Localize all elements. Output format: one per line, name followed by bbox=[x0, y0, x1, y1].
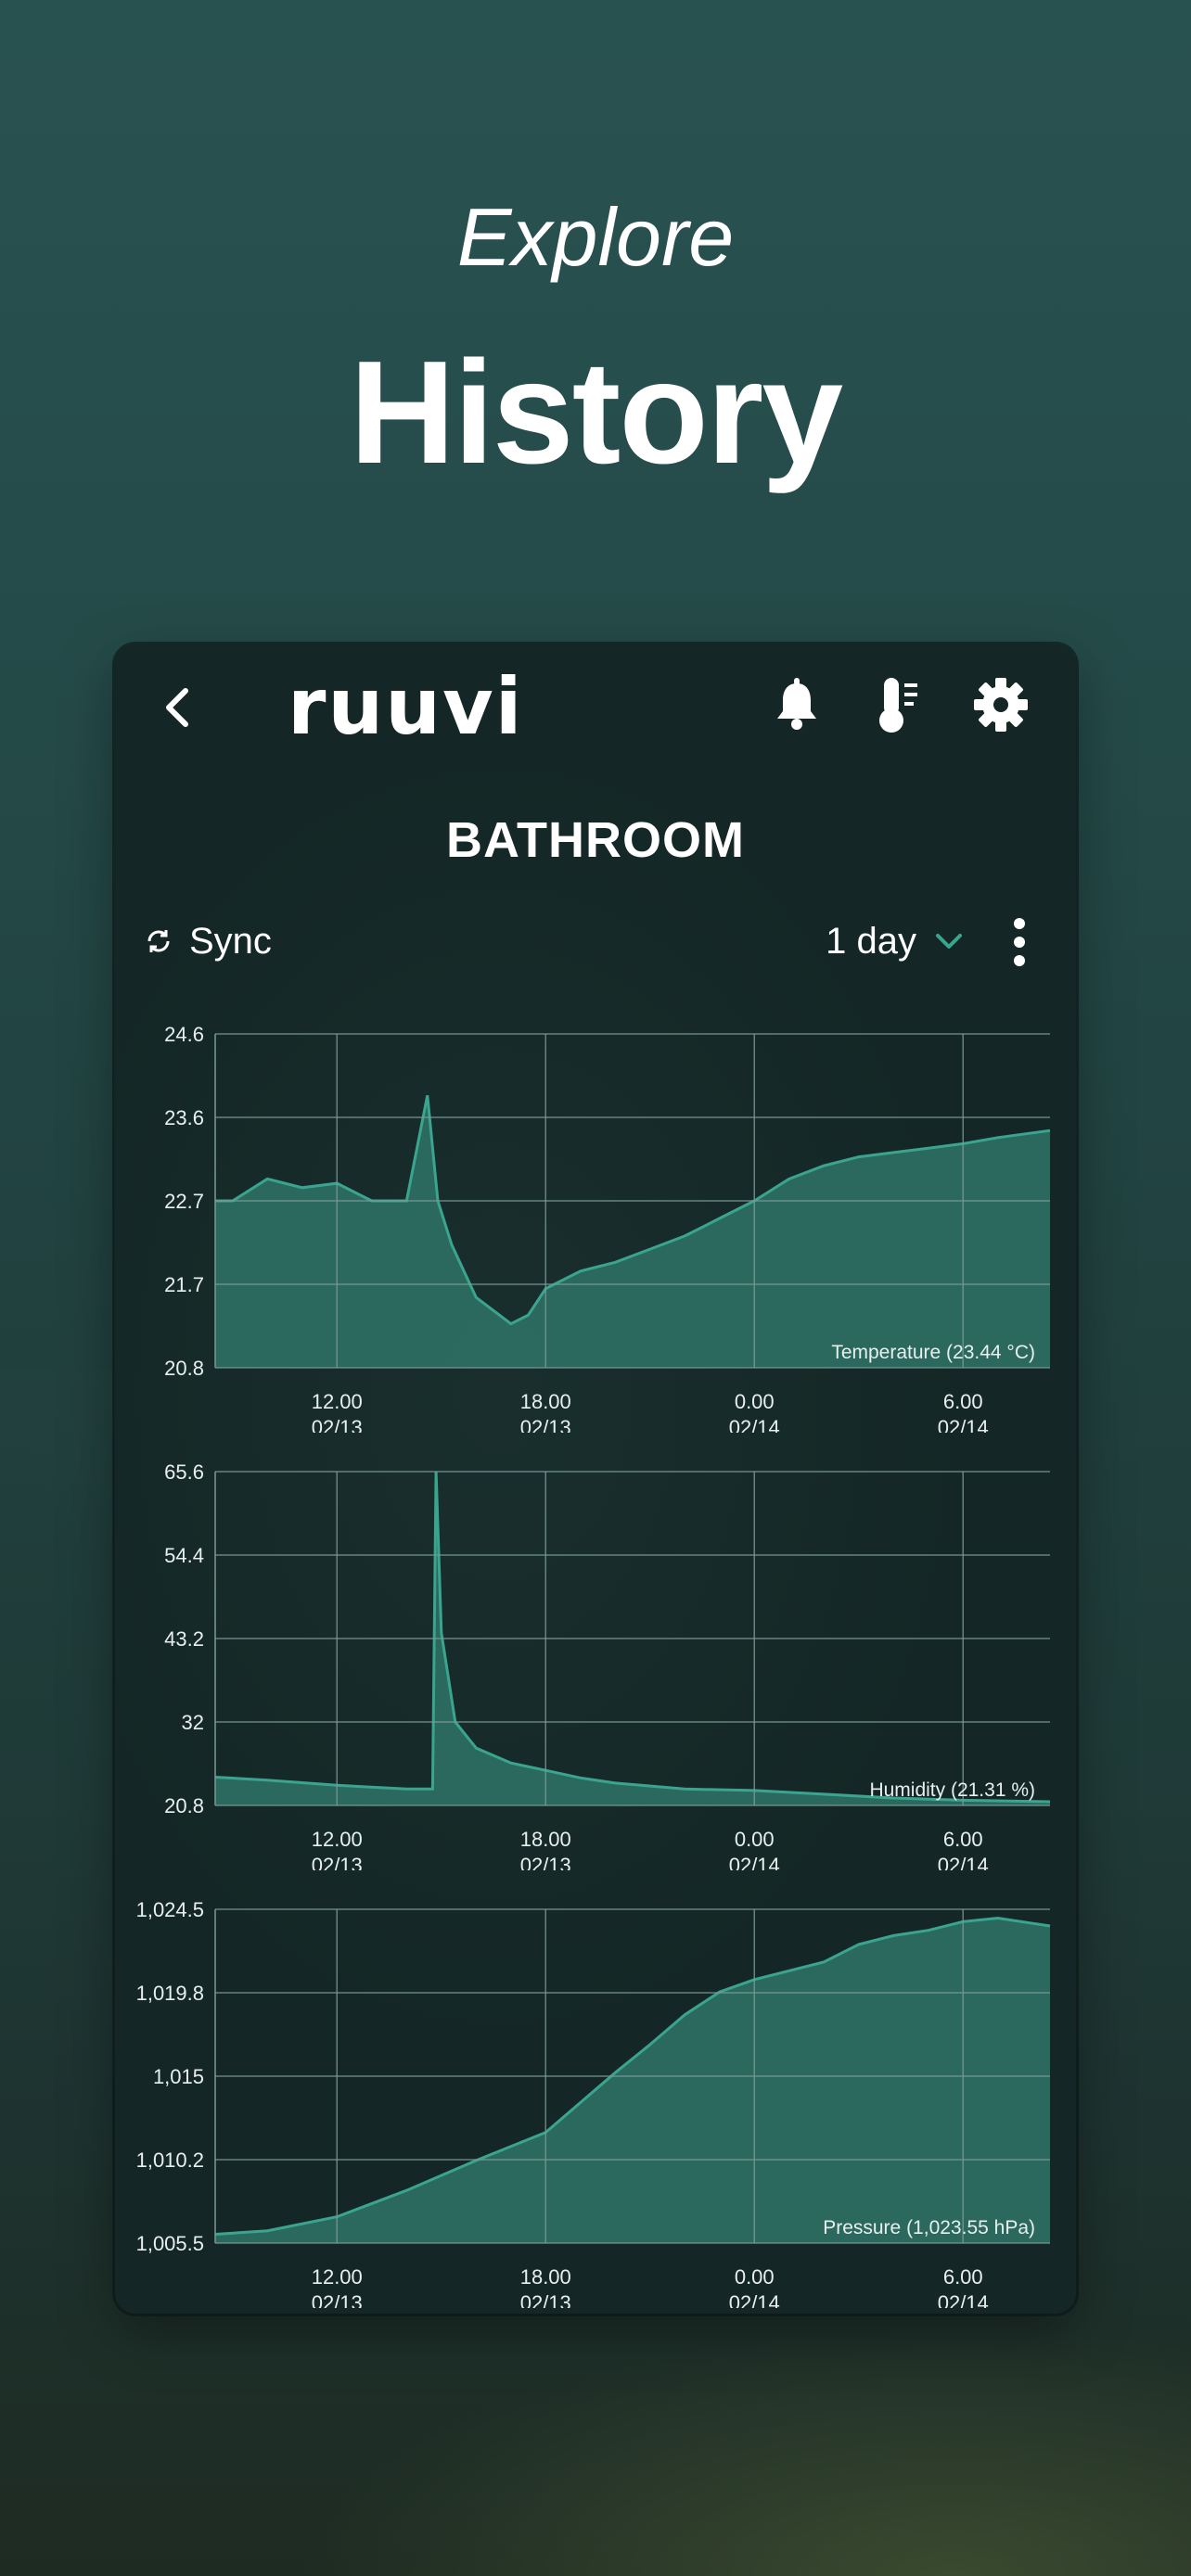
app-bar: ruuvi bbox=[115, 644, 1076, 765]
y-tick-label: 1,010.2 bbox=[136, 2149, 204, 2172]
settings-button[interactable] bbox=[968, 672, 1033, 737]
range-selector[interactable]: 1 day bbox=[826, 909, 965, 974]
chart-svg: 24.6 23.6 22.7 21.7 20.8 12.00 02/13 18.00 02/13… bbox=[164, 1023, 1051, 1433]
x-tick-time: 0.00 bbox=[735, 2265, 775, 2289]
x-tick-time: 18.00 bbox=[520, 1390, 571, 1413]
back-icon bbox=[166, 688, 188, 727]
y-tick-label: 65.6 bbox=[164, 1460, 204, 1484]
x-tick-date: 02/13 bbox=[312, 2291, 363, 2308]
series-line bbox=[214, 1471, 1051, 1804]
series-label: Temperature (23.44 °C) bbox=[831, 1342, 1035, 1363]
y-tick-label: 1,019.8 bbox=[136, 1982, 204, 2005]
y-tick-label: 24.6 bbox=[164, 1023, 204, 1046]
series-area bbox=[215, 1918, 1050, 2243]
x-tick-time: 0.00 bbox=[735, 1828, 775, 1851]
y-tick-label: 20.8 bbox=[164, 1357, 204, 1380]
chart-svg: 65.6 54.4 43.2 32 20.8 12.00 02/13 18.00 02/13 0.… bbox=[164, 1460, 1051, 1870]
hero-subtitle: Explore bbox=[456, 191, 735, 283]
x-tick-date: 02/13 bbox=[520, 1854, 571, 1870]
x-tick-date: 02/14 bbox=[938, 1416, 989, 1433]
series-label: Humidity (21.31 %) bbox=[869, 1779, 1035, 1801]
x-tick-time: 12.00 bbox=[312, 1828, 363, 1851]
more-options-button[interactable] bbox=[1005, 914, 1033, 970]
humidity-chart[interactable]: 65.6 54.4 43.2 32 20.8 12.00 02/13 18.00 02/13 0.… bbox=[115, 1444, 1076, 1870]
sync-label: Sync bbox=[189, 920, 272, 962]
chart-svg: 1,024.5 1,019.8 1,015 1,010.2 1,005.5 12.00 02… bbox=[136, 1898, 1051, 2308]
series-area bbox=[215, 1095, 1050, 1368]
ruuvi-logo: ruuvi bbox=[288, 661, 524, 752]
x-tick-date: 02/13 bbox=[312, 1416, 363, 1433]
sensor-settings-button[interactable] bbox=[864, 672, 929, 737]
x-tick-date: 02/14 bbox=[729, 1854, 780, 1870]
y-tick-label: 43.2 bbox=[164, 1627, 204, 1651]
sync-icon bbox=[147, 930, 170, 952]
y-tick-label: 1,015 bbox=[153, 2065, 204, 2088]
y-tick-label: 21.7 bbox=[164, 1273, 204, 1296]
bell-icon bbox=[777, 678, 816, 730]
y-tick-label: 1,024.5 bbox=[136, 1898, 204, 1921]
y-tick-label: 23.6 bbox=[164, 1106, 204, 1129]
x-tick-time: 12.00 bbox=[312, 2265, 363, 2289]
x-tick-date: 02/14 bbox=[729, 2291, 780, 2308]
x-tick-time: 6.00 bbox=[943, 2265, 983, 2289]
x-tick-date: 02/14 bbox=[938, 2291, 989, 2308]
x-tick-time: 6.00 bbox=[943, 1390, 983, 1413]
range-label: 1 day bbox=[826, 920, 916, 962]
y-tick-label: 22.7 bbox=[164, 1190, 204, 1213]
device-name: BATHROOM bbox=[446, 812, 745, 868]
hero-title: History bbox=[349, 331, 843, 494]
more-vertical-icon bbox=[1014, 918, 1025, 966]
series-label: Pressure (1,023.55 hPa) bbox=[823, 2217, 1035, 2238]
y-tick-label: 32 bbox=[182, 1711, 204, 1734]
chevron-down-icon bbox=[936, 934, 962, 949]
phone-screen: ruuvi BATHROOM Sync 1 day 24.6 23.6 22.7… bbox=[115, 644, 1076, 2314]
x-tick-time: 12.00 bbox=[312, 1390, 363, 1413]
alerts-button[interactable] bbox=[764, 672, 829, 737]
temperature-chart[interactable]: 24.6 23.6 22.7 21.7 20.8 12.00 02/13 18.00 02/13… bbox=[115, 1006, 1076, 1433]
gear-icon bbox=[974, 678, 1028, 732]
y-tick-label: 54.4 bbox=[164, 1544, 204, 1567]
x-tick-date: 02/14 bbox=[729, 1416, 780, 1433]
thermometer-icon bbox=[879, 678, 917, 733]
x-tick-time: 18.00 bbox=[520, 2265, 571, 2289]
history-controls: Sync 1 day bbox=[115, 909, 1076, 974]
back-button[interactable] bbox=[152, 680, 208, 735]
x-tick-date: 02/13 bbox=[312, 1854, 363, 1870]
x-tick-time: 18.00 bbox=[520, 1828, 571, 1851]
x-tick-time: 6.00 bbox=[943, 1828, 983, 1851]
x-tick-date: 02/13 bbox=[520, 1416, 571, 1433]
x-tick-time: 0.00 bbox=[735, 1390, 775, 1413]
x-tick-date: 02/14 bbox=[938, 1854, 989, 1870]
pressure-chart[interactable]: 1,024.5 1,019.8 1,015 1,010.2 1,005.5 12.00 02… bbox=[115, 1881, 1076, 2308]
sync-button[interactable]: Sync bbox=[143, 909, 272, 974]
y-tick-label: 20.8 bbox=[164, 1794, 204, 1817]
y-tick-label: 1,005.5 bbox=[136, 2232, 204, 2255]
x-tick-date: 02/13 bbox=[520, 2291, 571, 2308]
